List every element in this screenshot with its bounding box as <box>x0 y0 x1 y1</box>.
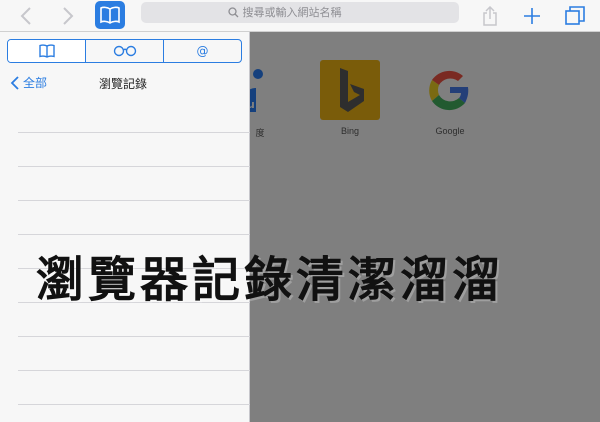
list-item[interactable] <box>18 336 250 370</box>
tab-bookmarks[interactable] <box>8 40 85 62</box>
back-button[interactable] <box>14 0 38 32</box>
share-button[interactable] <box>478 0 502 32</box>
plus-icon <box>524 8 540 24</box>
new-tab-button[interactable] <box>519 0 545 32</box>
bookmarks-button[interactable] <box>95 1 125 29</box>
overlay-caption: 瀏覽器記錄清潔溜溜 <box>36 252 505 308</box>
favorite-label: Bing <box>340 126 359 136</box>
google-logo <box>420 60 480 120</box>
tab-shared-links[interactable]: @ <box>163 40 241 62</box>
browser-toolbar <box>0 0 600 32</box>
share-icon <box>483 6 497 26</box>
favorites-area: u 度 Bing Google <box>230 32 600 422</box>
back-to-all-button[interactable]: 全部 <box>10 74 47 91</box>
bookmarks-sidebar: @ 全部 瀏覽記錄 <box>0 32 250 422</box>
tabs-button[interactable] <box>562 0 588 32</box>
back-label: 全部 <box>23 76 48 90</box>
list-item[interactable] <box>18 200 250 234</box>
tabs-icon <box>565 6 585 25</box>
favorite-bing[interactable]: Bing <box>320 60 380 136</box>
at-icon: @ <box>196 44 209 58</box>
list-item[interactable] <box>18 404 250 422</box>
address-input[interactable] <box>242 6 373 19</box>
search-icon <box>227 7 238 18</box>
favorite-label: Google <box>435 126 465 136</box>
chevron-left-icon <box>10 75 19 90</box>
forward-button[interactable] <box>56 0 80 32</box>
favorite-google[interactable]: Google <box>420 60 480 136</box>
list-item[interactable] <box>18 370 250 404</box>
list-item[interactable] <box>18 132 250 166</box>
bing-logo <box>320 60 380 120</box>
sidebar-nav: 全部 瀏覽記錄 <box>0 72 250 96</box>
chevron-right-icon <box>63 7 74 25</box>
address-bar[interactable] <box>141 2 459 23</box>
sidebar-title: 瀏覽記錄 <box>99 77 148 91</box>
list-item[interactable] <box>18 166 250 200</box>
glasses-icon <box>113 45 136 57</box>
book-icon <box>38 44 55 58</box>
book-icon <box>100 6 120 24</box>
tab-reading-list[interactable] <box>85 40 163 62</box>
sidebar-segmented-control: @ <box>7 39 242 63</box>
chevron-left-icon <box>20 7 31 25</box>
